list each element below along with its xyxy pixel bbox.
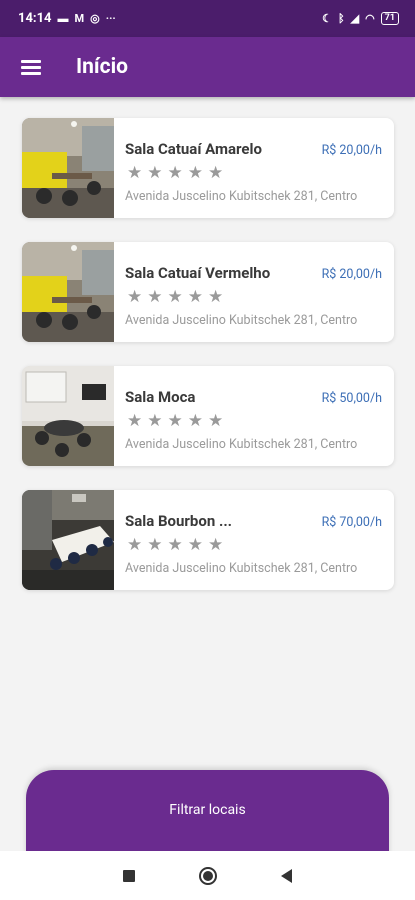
room-photo	[22, 118, 114, 218]
room-photo	[22, 366, 114, 466]
message-icon: ▬	[57, 12, 69, 25]
room-address: Avenida Juscelino Kubitschek 281, Centro	[125, 561, 358, 576]
system-nav-bar	[0, 851, 415, 900]
room-photo	[22, 242, 114, 342]
room-list: Sala Catuaí Amarelo R$ 20,00/h ★★★★★ Ave…	[22, 118, 394, 614]
room-name: Sala Catuaí Amarelo	[125, 140, 262, 158]
battery-icon: 71	[380, 12, 399, 25]
gmail-icon: M	[74, 12, 85, 25]
home-icon[interactable]	[199, 866, 217, 885]
room-card[interactable]: Sala Catuaí Vermelho R$ 20,00/h ★★★★★ Av…	[22, 242, 394, 342]
hamburger-menu-icon	[21, 59, 41, 75]
moon-icon: ☾	[322, 12, 332, 25]
whatsapp-icon: ◎	[90, 12, 100, 25]
room-photo	[22, 490, 114, 590]
status-right: ☾ ᛒ ◢ ◠ 71	[322, 12, 399, 25]
app-bar: Início	[0, 37, 415, 97]
room-card[interactable]: Sala Catuaí Amarelo R$ 20,00/h ★★★★★ Ave…	[22, 118, 394, 218]
rating-stars: ★★★★★	[127, 163, 229, 183]
room-info: Sala Bourbon ... R$ 70,00/h ★★★★★ Avenid…	[114, 490, 394, 590]
room-info: Sala Catuaí Vermelho R$ 20,00/h ★★★★★ Av…	[114, 242, 394, 342]
room-address: Avenida Juscelino Kubitschek 281, Centro	[125, 437, 358, 452]
signal-icon: ◢	[350, 12, 360, 25]
filter-button[interactable]: Filtrar locais	[26, 770, 389, 860]
status-bar: 14:14 ▬ M ◎ ··· ☾ ᛒ ◢ ◠ 71	[0, 0, 415, 37]
page-title: Início	[76, 55, 128, 79]
rating-stars: ★★★★★	[127, 287, 229, 307]
room-info: Sala Catuaí Amarelo R$ 20,00/h ★★★★★ Ave…	[114, 118, 394, 218]
room-name: Sala Catuaí Vermelho	[125, 264, 271, 282]
room-address: Avenida Juscelino Kubitschek 281, Centro	[125, 189, 358, 204]
back-icon[interactable]	[281, 868, 292, 883]
room-price: R$ 20,00/h	[321, 143, 382, 158]
room-price: R$ 70,00/h	[321, 515, 382, 530]
status-time: 14:14	[18, 11, 52, 26]
room-price: R$ 50,00/h	[321, 391, 382, 406]
room-name: Sala Moca	[125, 388, 196, 406]
menu-button[interactable]	[0, 37, 62, 97]
status-left: 14:14 ▬ M ◎ ···	[18, 11, 116, 26]
recents-icon[interactable]	[123, 869, 135, 882]
room-address: Avenida Juscelino Kubitschek 281, Centro	[125, 313, 358, 328]
room-name: Sala Bourbon ...	[125, 512, 233, 530]
filter-button-label: Filtrar locais	[169, 802, 246, 818]
room-card[interactable]: Sala Moca R$ 50,00/h ★★★★★ Avenida Jusce…	[22, 366, 394, 466]
wifi-icon: ◠	[365, 12, 375, 25]
room-price: R$ 20,00/h	[321, 267, 382, 282]
rating-stars: ★★★★★	[127, 411, 229, 431]
rating-stars: ★★★★★	[127, 535, 229, 555]
bluetooth-icon: ᛒ	[337, 12, 345, 25]
more-icon: ···	[105, 12, 116, 25]
room-info: Sala Moca R$ 50,00/h ★★★★★ Avenida Jusce…	[114, 366, 394, 466]
room-card[interactable]: Sala Bourbon ... R$ 70,00/h ★★★★★ Avenid…	[22, 490, 394, 590]
